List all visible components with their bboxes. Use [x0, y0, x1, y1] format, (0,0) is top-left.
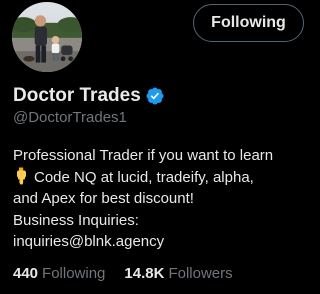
bio-line-2-row: Code NQ at lucid, tradeify, alpha, — [13, 167, 309, 189]
bio-line-3: and Apex for best discount! — [13, 190, 194, 207]
profile-handle: @DoctorTrades1 — [13, 109, 127, 126]
profile-card: Following Doctor Trades @DoctorTrades1 P… — [0, 0, 312, 294]
bio-email-link[interactable]: inquiries@blnk.agency — [13, 231, 309, 253]
following-label: Following — [42, 265, 106, 282]
bio-line-1: Professional Trader if you want to learn — [13, 147, 274, 164]
followers-count: 14.8K — [124, 265, 165, 282]
pointing-down-hand-icon — [13, 167, 30, 185]
avatar-photo — [12, 2, 82, 72]
name-row: Doctor Trades — [13, 84, 165, 108]
bio-line-4: Business Inquiries: — [13, 211, 139, 229]
followers-stat-link[interactable]: 14.8K Followers — [124, 265, 232, 282]
profile-bio: Professional Trader if you want to learn… — [13, 145, 309, 253]
verified-badge-icon[interactable] — [145, 86, 165, 106]
profile-stats: 440 Following 14.8K Followers — [13, 265, 233, 282]
avatar[interactable] — [10, 0, 84, 74]
followers-label: Followers — [168, 265, 233, 282]
following-stat-link[interactable]: 440 Following — [13, 265, 105, 282]
following-button[interactable]: Following — [193, 4, 304, 42]
display-name: Doctor Trades — [13, 85, 141, 106]
following-count: 440 — [13, 265, 39, 282]
bio-line-2: Code NQ at lucid, tradeify, alpha, — [34, 168, 254, 186]
